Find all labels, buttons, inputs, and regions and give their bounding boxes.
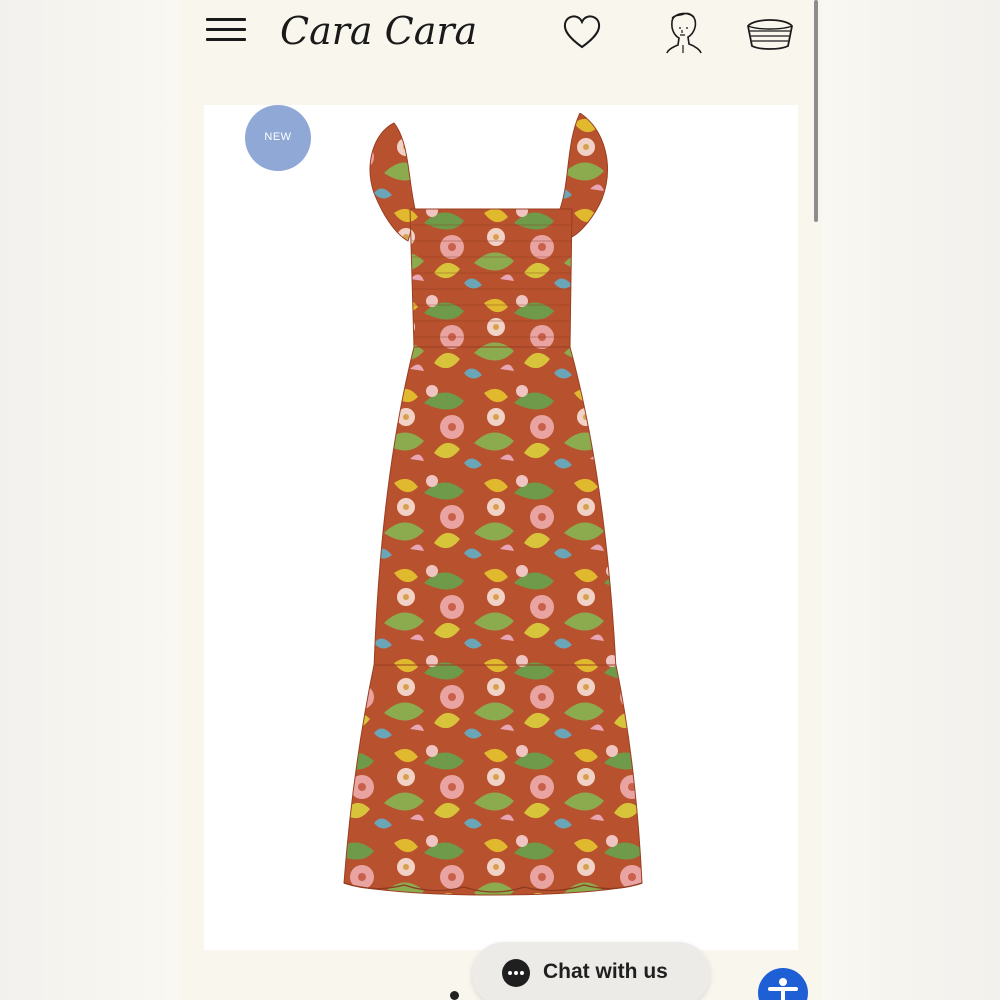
brand-logo-script: Cara Cara: [280, 9, 477, 53]
new-badge: NEW: [245, 105, 311, 171]
accessibility-icon[interactable]: [758, 968, 808, 1000]
chat-bubble-icon: [502, 959, 530, 987]
dress-image: [343, 113, 643, 896]
brand-name: Cara Cara: [280, 9, 477, 53]
mobile-screen: Cara Cara NEW Chat with us: [180, 0, 822, 1000]
product-image[interactable]: NEW: [204, 105, 798, 950]
chat-with-us-button[interactable]: Chat with us: [472, 942, 710, 1000]
blurred-left-margin: [0, 0, 180, 1000]
scrollbar[interactable]: [814, 0, 818, 222]
heart-icon[interactable]: [562, 14, 602, 50]
brand-logo[interactable]: Cara Cara: [276, 4, 512, 56]
new-badge-label: NEW: [264, 131, 292, 143]
site-header: Cara Cara: [180, 0, 822, 60]
basket-icon[interactable]: [744, 12, 796, 52]
account-bust-icon[interactable]: [662, 8, 704, 54]
carousel-dot-active[interactable]: [450, 991, 459, 1000]
chat-label: Chat with us: [543, 960, 668, 983]
menu-icon[interactable]: [206, 14, 246, 46]
blurred-right-margin: [822, 0, 1000, 1000]
